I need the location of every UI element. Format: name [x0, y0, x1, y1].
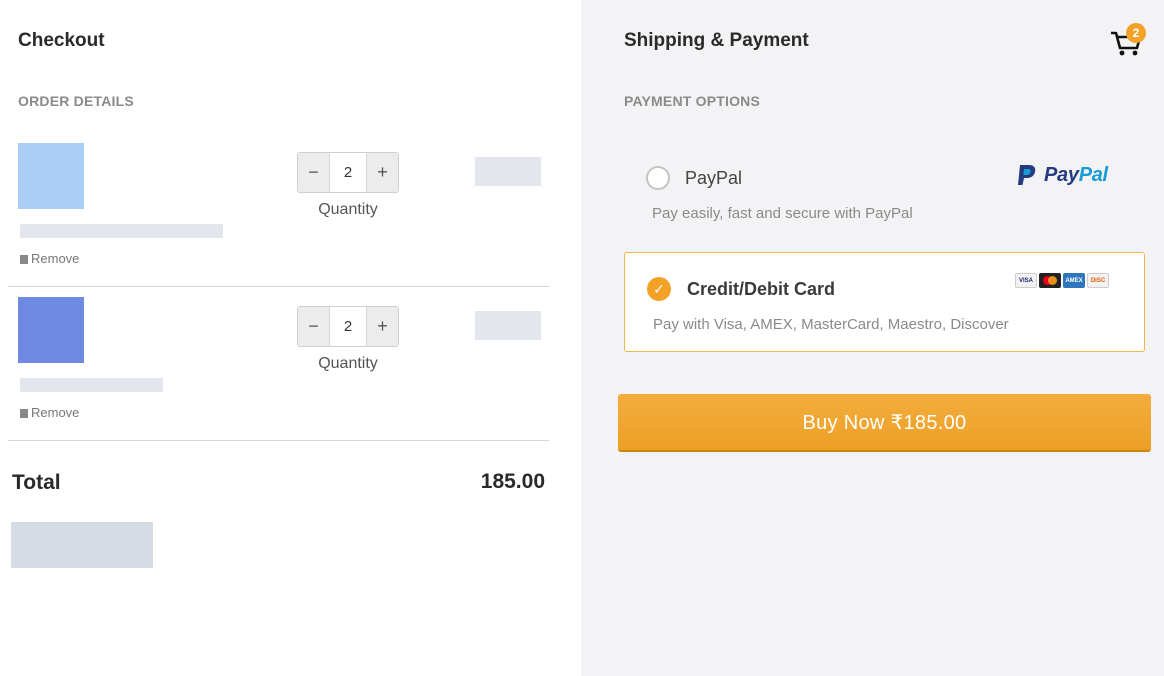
- paypal-logo-pal: Pal: [1078, 163, 1108, 186]
- increment-button[interactable]: +: [367, 153, 398, 192]
- checkout-title: Checkout: [18, 30, 105, 51]
- paypal-title: PayPal: [685, 168, 743, 188]
- decrement-button[interactable]: −: [298, 153, 329, 192]
- payment-options-heading: PAYMENT OPTIONS: [624, 93, 761, 109]
- divider: [8, 440, 549, 441]
- card-option[interactable]: ✓ Credit/Debit Card Pay with Visa, AMEX,…: [624, 252, 1145, 352]
- increment-button[interactable]: +: [367, 307, 398, 346]
- mastercard-icon: [1039, 273, 1061, 288]
- quantity-stepper: − 2 +: [297, 152, 399, 193]
- visa-icon: VISA: [1015, 273, 1037, 288]
- total-label: Total: [12, 471, 61, 494]
- amex-icon: AMEX: [1063, 273, 1085, 288]
- discover-icon: DISC: [1087, 273, 1109, 288]
- shipping-payment-title: Shipping & Payment: [624, 30, 809, 51]
- remove-label: Remove: [31, 405, 80, 420]
- trash-icon: [20, 409, 28, 418]
- buy-now-button[interactable]: Buy Now ₹185.00: [618, 394, 1151, 452]
- order-details-heading: ORDER DETAILS: [18, 93, 134, 109]
- paypal-option[interactable]: PayPal Pay easily, fast and secure with …: [624, 150, 1145, 238]
- remove-link[interactable]: Remove: [20, 405, 79, 420]
- price-placeholder: [475, 311, 541, 340]
- paypal-logo: PayPal: [1016, 163, 1108, 187]
- trash-icon: [20, 255, 28, 264]
- cart-item: Remove − 2 + Quantity: [8, 133, 549, 287]
- product-name-placeholder: [20, 378, 163, 392]
- shipping-payment-panel: Shipping & Payment 2 PAYMENT OPTIONS Pay…: [581, 0, 1164, 676]
- paypal-radio[interactable]: [646, 166, 670, 190]
- button-placeholder[interactable]: [11, 522, 153, 568]
- total-value: 185.00: [480, 470, 545, 493]
- remove-link[interactable]: Remove: [20, 251, 79, 266]
- quantity-input[interactable]: 2: [329, 307, 367, 346]
- quantity-label: Quantity: [318, 355, 378, 372]
- product-thumbnail: [18, 297, 84, 363]
- order-details-panel: Checkout ORDER DETAILS Remove − 2 + Quan…: [0, 0, 581, 676]
- product-thumbnail: [18, 143, 84, 209]
- paypal-logo-pay: Pay: [1044, 163, 1079, 186]
- quantity-stepper: − 2 +: [297, 306, 399, 347]
- price-placeholder: [475, 157, 541, 186]
- card-description: Pay with Visa, AMEX, MasterCard, Maestro…: [653, 316, 1009, 333]
- remove-label: Remove: [31, 251, 80, 266]
- paypal-description: Pay easily, fast and secure with PayPal: [652, 205, 913, 222]
- quantity-label: Quantity: [318, 201, 378, 218]
- product-name-placeholder: [20, 224, 223, 238]
- cart-item: Remove − 2 + Quantity: [8, 287, 549, 441]
- card-title: Credit/Debit Card: [687, 279, 836, 299]
- paypal-p-icon: [1018, 165, 1036, 185]
- cart-count-badge: 2: [1126, 23, 1146, 43]
- card-brands: VISA AMEX DISC: [1015, 273, 1109, 288]
- decrement-button[interactable]: −: [298, 307, 329, 346]
- quantity-input[interactable]: 2: [329, 153, 367, 192]
- card-radio-checked[interactable]: ✓: [647, 277, 671, 301]
